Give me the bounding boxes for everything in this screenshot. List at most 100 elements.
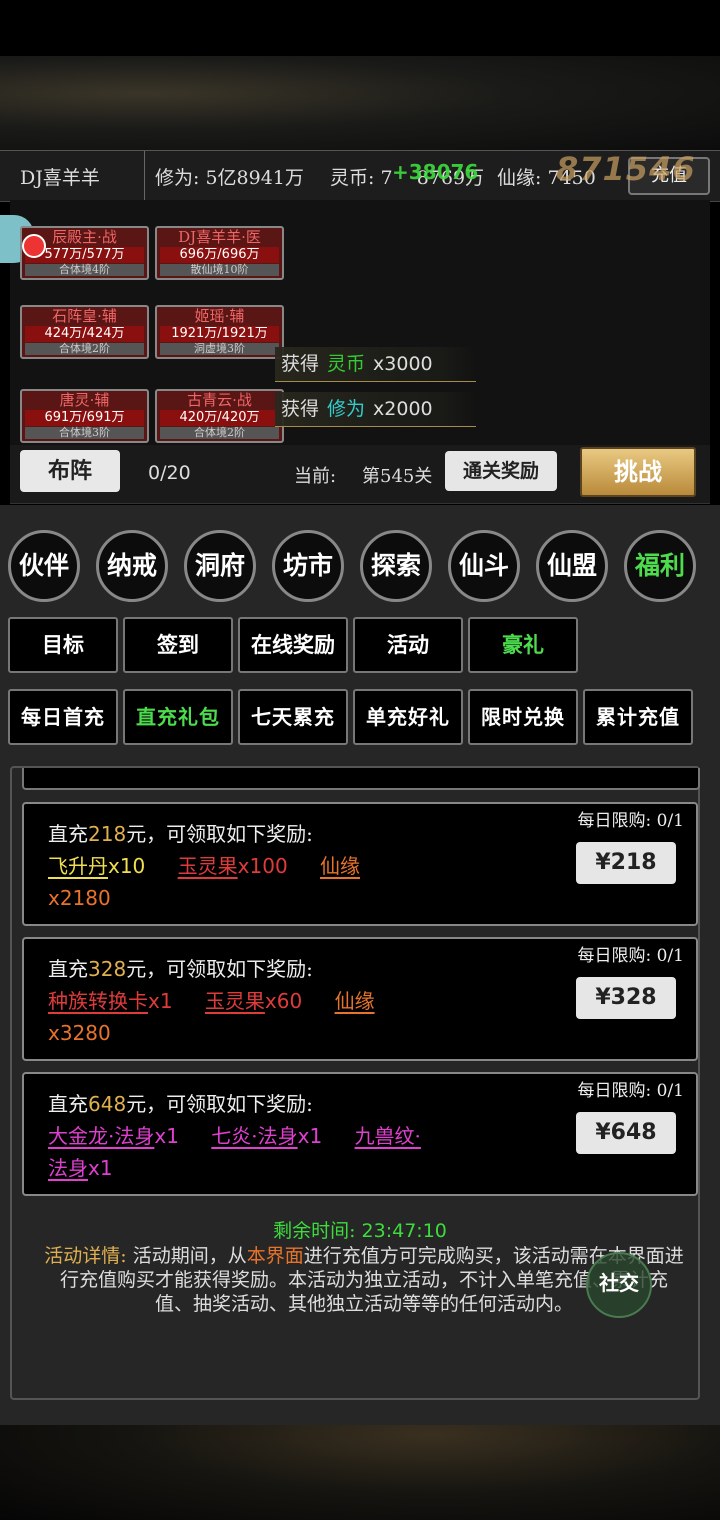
pack-title-post: 元，可领取如下奖励: bbox=[126, 957, 313, 981]
tab-gift[interactable]: 豪礼 bbox=[468, 617, 578, 673]
hero-realm-bar: 合体境2阶 bbox=[160, 427, 279, 439]
pack-title-pre: 直充 bbox=[48, 822, 88, 846]
hero-realm-bar: 合体境3阶 bbox=[25, 427, 144, 439]
hero-realm-bar: 洞虚境3阶 bbox=[160, 343, 279, 355]
hero-realm: 散仙境10阶 bbox=[190, 263, 249, 276]
scene-backdrop-bottom bbox=[0, 1425, 720, 1520]
gain-notice: 获得 灵币 x3000 bbox=[275, 347, 476, 382]
reward-items: 大金龙·法身x1 七炎·法身x1 九兽纹·法身x1 bbox=[48, 1120, 428, 1184]
details-label: 活动详情: bbox=[44, 1245, 127, 1267]
pack-title-post: 元，可领取如下奖励: bbox=[126, 1092, 313, 1116]
hero-hp: 420万/420万 bbox=[179, 410, 260, 425]
hero-realm-bar: 合体境4阶 bbox=[25, 264, 144, 276]
gain-item: 修为 bbox=[327, 398, 366, 420]
reward-name: 玉灵果 bbox=[204, 989, 265, 1013]
pack-title-post: 元，可领取如下奖励: bbox=[126, 822, 313, 846]
notification-dot bbox=[22, 234, 46, 258]
hero-hp-bar: 424万/424万 bbox=[25, 326, 144, 342]
hero-realm: 洞虚境3阶 bbox=[194, 342, 245, 355]
pack-title: 直充648元，可领取如下奖励: bbox=[48, 1088, 313, 1117]
hero-hp-bar: 691万/691万 bbox=[25, 410, 144, 426]
hero-realm: 合体境4阶 bbox=[59, 263, 110, 276]
formation-button[interactable]: 布阵 bbox=[20, 450, 120, 492]
pack-card: 直充328元，可领取如下奖励: 每日限购: 0/1 ¥328 种族转换卡x1 玉… bbox=[22, 937, 698, 1061]
buy-button[interactable]: ¥328 bbox=[576, 977, 676, 1019]
floating-power-text: 871546 bbox=[556, 150, 696, 188]
hero-hp-bar: 696万/696万 bbox=[160, 247, 279, 263]
pack-card: 直充218元，可领取如下奖励: 每日限购: 0/1 ¥218 飞升丹x10 玉灵… bbox=[22, 802, 698, 926]
floating-gain-text: +38076 bbox=[392, 160, 479, 184]
hero-name: 姬瑶·辅 bbox=[194, 307, 245, 325]
hero-card[interactable]: 古青云·战 420万/420万 合体境2阶 bbox=[155, 389, 284, 443]
hero-hp: 1921万/1921万 bbox=[171, 326, 268, 341]
challenge-button[interactable]: 挑战 bbox=[580, 447, 696, 497]
hero-card[interactable]: 唐灵·辅 691万/691万 合体境3阶 bbox=[20, 389, 149, 443]
pack-amount: 218 bbox=[88, 822, 127, 846]
reward-qty: x1 bbox=[154, 1124, 179, 1148]
player-name[interactable]: DJ喜羊羊 bbox=[20, 163, 100, 190]
reward-items: 飞升丹x10 玉灵果x100 仙缘 x2180 bbox=[48, 850, 428, 914]
reward-item[interactable]: 大金龙·法身x1 bbox=[48, 1124, 179, 1148]
buy-button[interactable]: ¥648 bbox=[576, 1112, 676, 1154]
current-stage: 第545关 bbox=[362, 466, 433, 487]
subtab-seven-day[interactable]: 七天累充 bbox=[238, 689, 348, 745]
remaining-time: 剩余时间: 23:47:10 bbox=[0, 1216, 720, 1243]
nav-ring[interactable]: 纳戒 bbox=[96, 530, 168, 602]
nav-explore[interactable]: 探索 bbox=[360, 530, 432, 602]
subtab-cumulative[interactable]: 累计充值 bbox=[583, 689, 693, 745]
scene-backdrop bbox=[0, 56, 720, 150]
pack-title-pre: 直充 bbox=[48, 1092, 88, 1116]
tab-online-reward[interactable]: 在线奖励 bbox=[238, 617, 348, 673]
buy-button[interactable]: ¥218 bbox=[576, 842, 676, 884]
hero-name: 唐灵·辅 bbox=[59, 391, 110, 409]
reward-name: 仙缘 bbox=[320, 854, 361, 878]
purchase-limit: 每日限购: 0/1 bbox=[577, 811, 685, 831]
tab-goal[interactable]: 目标 bbox=[8, 617, 118, 673]
subtab-direct-pack[interactable]: 直充礼包 bbox=[123, 689, 233, 745]
hero-name: 古青云·战 bbox=[187, 391, 252, 409]
hero-realm: 合体境2阶 bbox=[59, 342, 110, 355]
nav-cave[interactable]: 洞府 bbox=[184, 530, 256, 602]
reward-qty: x1 bbox=[88, 1156, 113, 1180]
hero-card[interactable]: 姬瑶·辅 1921万/1921万 洞虚境3阶 bbox=[155, 305, 284, 359]
reward-item[interactable]: 玉灵果x100 bbox=[178, 854, 288, 878]
nav-pvp[interactable]: 仙斗 bbox=[448, 530, 520, 602]
tab-checkin[interactable]: 签到 bbox=[123, 617, 233, 673]
clear-reward-button[interactable]: 通关奖励 bbox=[445, 451, 557, 491]
purchase-limit: 每日限购: 0/1 bbox=[577, 1081, 685, 1101]
current-stage-label: 当前: bbox=[294, 466, 337, 487]
subtab-single-recharge[interactable]: 单充好礼 bbox=[353, 689, 463, 745]
reward-qty: x60 bbox=[264, 989, 303, 1013]
nav-market[interactable]: 坊市 bbox=[272, 530, 344, 602]
nav-partner[interactable]: 伙伴 bbox=[8, 530, 80, 602]
nav-welfare[interactable]: 福利 bbox=[624, 530, 696, 602]
reward-item[interactable]: 玉灵果x60 bbox=[205, 989, 302, 1013]
hero-realm-bar: 合体境2阶 bbox=[25, 343, 144, 355]
reward-name: 种族转换卡 bbox=[48, 989, 148, 1013]
reward-qty: x3280 bbox=[48, 1021, 111, 1045]
timer-label: 剩余时间: bbox=[273, 1220, 356, 1242]
reward-qty: x1 bbox=[148, 989, 173, 1013]
reward-item[interactable]: 种族转换卡x1 bbox=[48, 989, 173, 1013]
hero-card[interactable]: DJ喜羊羊·医 696万/696万 散仙境10阶 bbox=[155, 226, 284, 280]
tab-event[interactable]: 活动 bbox=[353, 617, 463, 673]
reward-item[interactable]: 七炎·法身x1 bbox=[211, 1124, 322, 1148]
subtab-daily-first[interactable]: 每日首充 bbox=[8, 689, 118, 745]
nav-guild[interactable]: 仙盟 bbox=[536, 530, 608, 602]
cultivation-value: 修为: 5亿8941万 bbox=[155, 167, 304, 189]
hero-realm-bar: 散仙境10阶 bbox=[160, 264, 279, 276]
reward-name: 仙缘 bbox=[334, 989, 375, 1013]
reward-item[interactable]: 飞升丹x10 bbox=[48, 854, 145, 878]
reward-qty: x10 bbox=[108, 854, 146, 878]
reward-qty: x2180 bbox=[48, 886, 111, 910]
hero-card[interactable]: 石阵皇·辅 424万/424万 合体境2阶 bbox=[20, 305, 149, 359]
hero-hp: 696万/696万 bbox=[179, 247, 260, 262]
social-button[interactable]: 社交 bbox=[586, 1252, 652, 1318]
hero-hp-bar: 420万/420万 bbox=[160, 410, 279, 426]
hero-realm: 合体境3阶 bbox=[59, 426, 110, 439]
hero-name: DJ喜羊羊·医 bbox=[178, 228, 261, 246]
pack-title-pre: 直充 bbox=[48, 957, 88, 981]
hero-hp-bar: 1921万/1921万 bbox=[160, 326, 279, 342]
hero-hp: 424万/424万 bbox=[44, 326, 125, 341]
subtab-limited-exchange[interactable]: 限时兑换 bbox=[468, 689, 578, 745]
